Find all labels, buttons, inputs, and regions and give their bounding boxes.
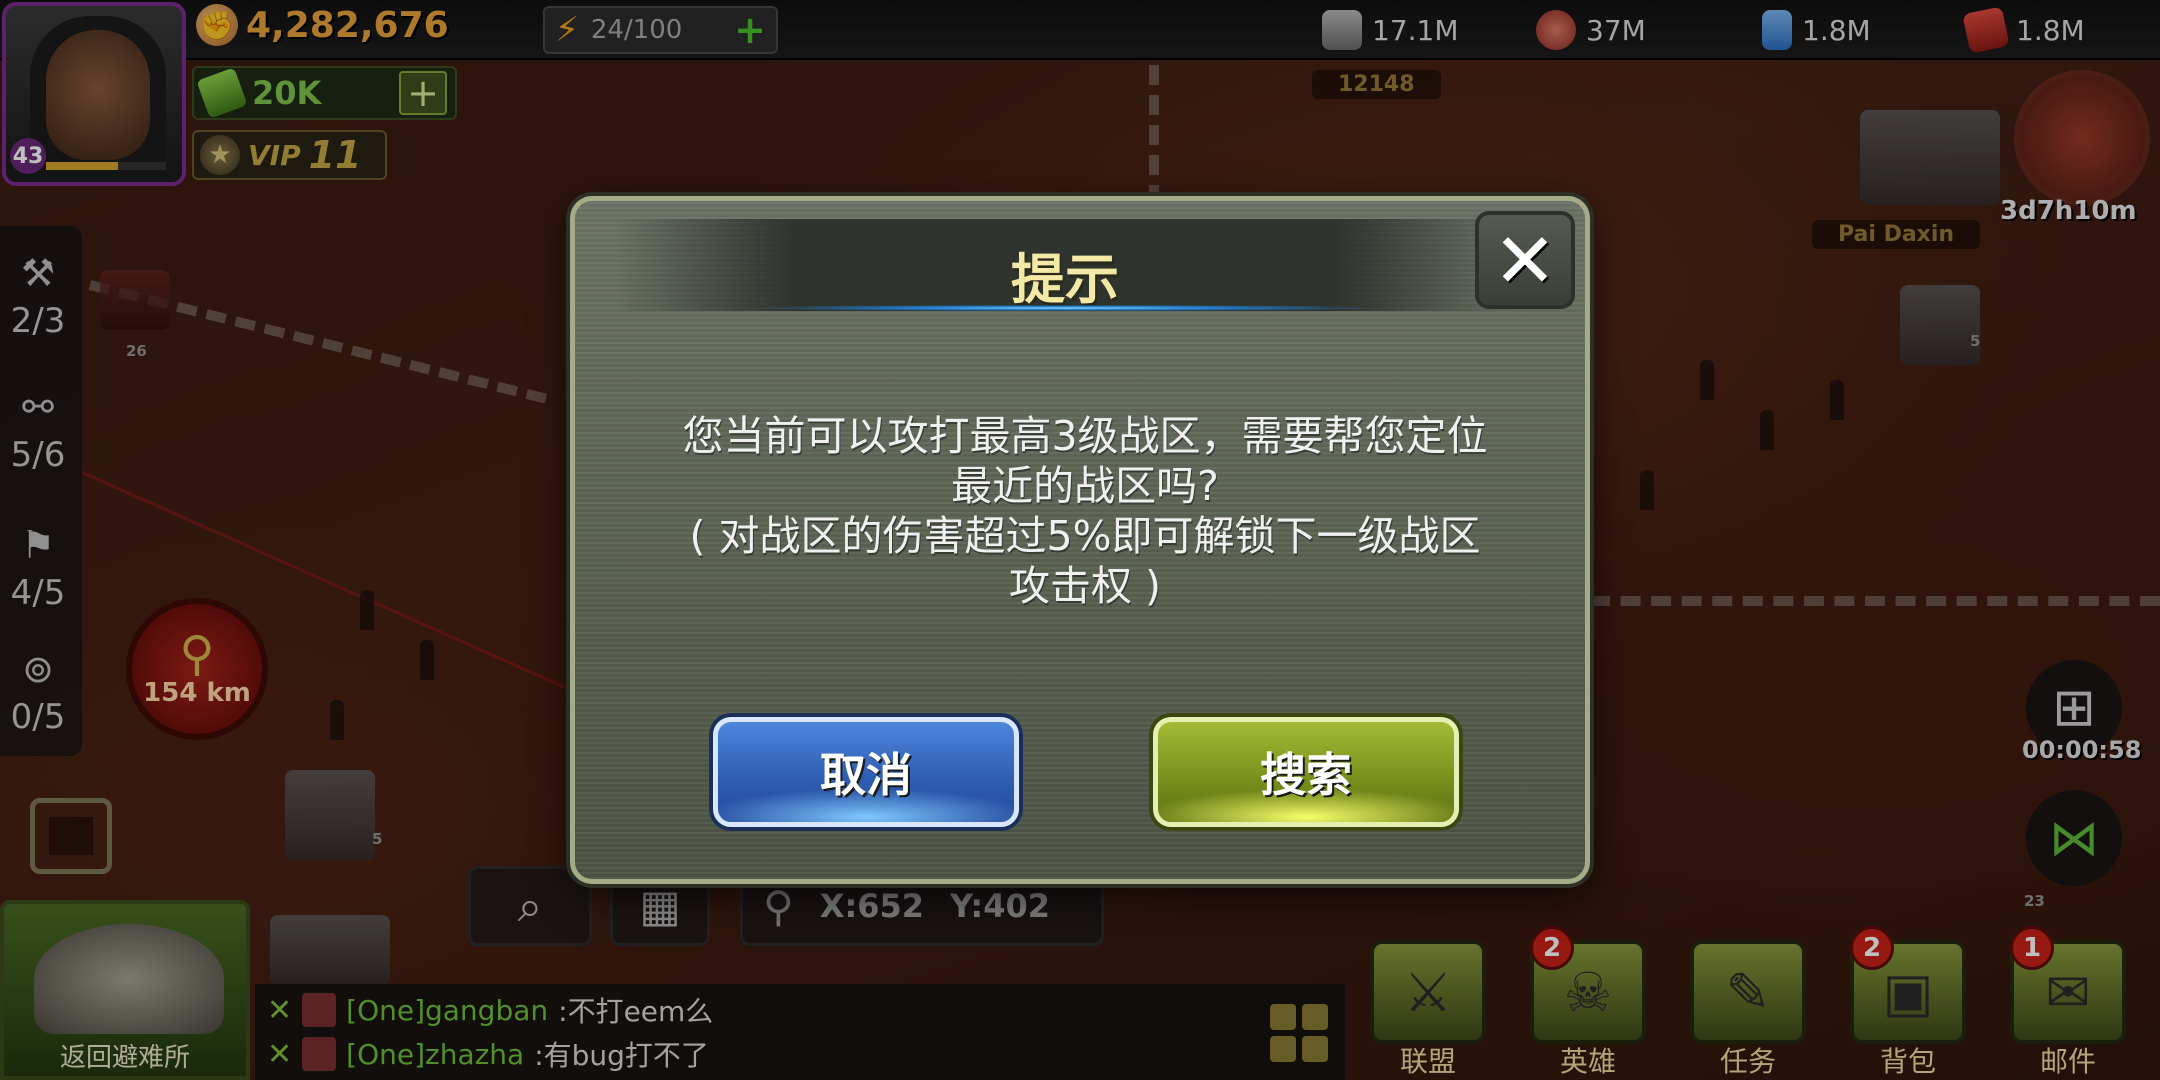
dialog-message-line: 攻击权 ) [1008, 562, 1162, 610]
dialog-message-line: 最近的战区吗? [951, 462, 1219, 510]
close-button[interactable]: ✕ [1475, 211, 1575, 309]
dialog-message-line: 您当前可以攻打最高3级战区，需要帮您定位 [682, 412, 1488, 460]
dialog-message: 您当前可以攻打最高3级战区，需要帮您定位 最近的战区吗? ( 对战区的伤害超过5… [615, 411, 1555, 611]
dialog-header: 提示 [615, 219, 1515, 311]
header-glow-line [765, 305, 1365, 311]
close-icon: ✕ [1493, 215, 1557, 305]
hint-dialog: 提示 ✕ 您当前可以攻打最高3级战区，需要帮您定位 最近的战区吗? ( 对战区的… [570, 196, 1590, 884]
dialog-message-line: ( 对战区的伤害超过5%即可解锁下一级战区 [689, 512, 1481, 560]
dialog-title: 提示 [1011, 248, 1119, 311]
cancel-button[interactable]: 取消 [713, 717, 1019, 827]
search-button[interactable]: 搜索 [1153, 717, 1459, 827]
